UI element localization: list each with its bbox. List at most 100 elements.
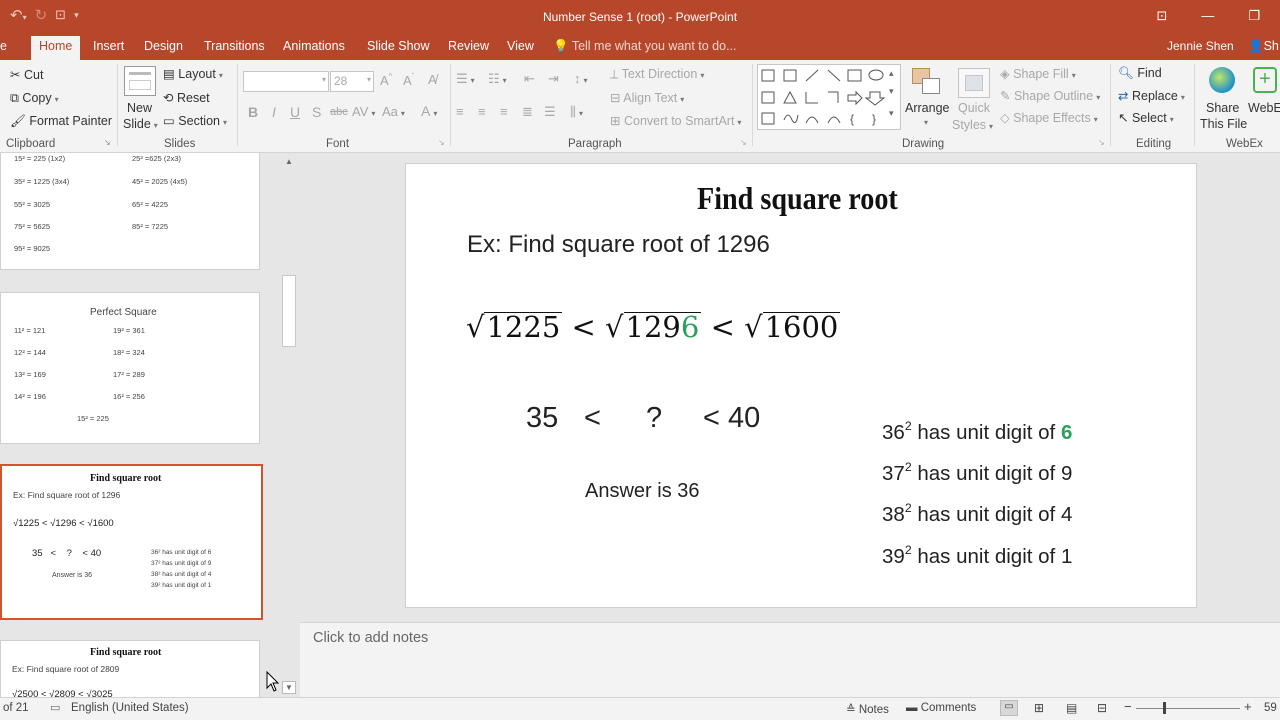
zoom-out-icon[interactable]: − (1124, 699, 1132, 714)
bullets-icon[interactable]: ☰ ▾ (456, 71, 475, 87)
new-slide-dropdown[interactable]: Slide ▾ (123, 117, 158, 131)
increase-font-icon[interactable]: A^ (380, 72, 392, 88)
current-slide[interactable]: Find square root Ex: Find square root of… (405, 163, 1197, 608)
tab-view[interactable]: View (507, 39, 534, 53)
underline-icon[interactable]: U (290, 104, 300, 120)
font-name-box[interactable]: ▾ (243, 71, 329, 92)
more-shapes-icon[interactable]: ▾ (889, 108, 894, 119)
notes-pane[interactable]: Click to add notes (300, 622, 1280, 697)
arrange-icon[interactable] (912, 68, 942, 96)
slide-title[interactable]: Find square root (697, 180, 898, 217)
replace-button[interactable]: ⇄ Replace ▾ (1118, 88, 1185, 103)
slide-thumbnail-selected[interactable]: Find square root Ex: Find square root of… (0, 464, 263, 620)
thumbnail-scrollbar[interactable]: ▲ ▼ (280, 153, 298, 697)
quick-styles-dropdown[interactable]: Styles ▾ (952, 118, 993, 132)
shapes-gallery[interactable]: {} (757, 64, 901, 130)
shape-effects-button[interactable]: ◇ Shape Effects ▾ (1000, 110, 1098, 125)
tab-home[interactable]: Home (31, 36, 81, 60)
zoom-level[interactable]: 59 (1264, 702, 1277, 714)
layout-button[interactable]: ▤ Layout ▾ (163, 66, 223, 81)
slide-thumbnail[interactable]: 15² = 225 (1x2) 35² = 1225 (3x4) 55² = 3… (0, 153, 260, 270)
copy-button[interactable]: ⧉ Copy ▾ (10, 91, 59, 106)
find-button[interactable]: 🔍︎ Find (1118, 66, 1162, 81)
ribbon-display-icon[interactable]: ⊡ (1156, 8, 1167, 24)
slide-example[interactable]: Ex: Find square root of 1296 (467, 231, 770, 259)
format-painter-button[interactable]: 🖌 Format Painter (10, 114, 112, 129)
zoom-slider[interactable] (1136, 708, 1240, 709)
text-direction-button[interactable]: ⟂ Text Direction ▾ (610, 67, 704, 82)
tab-file[interactable]: e (0, 39, 7, 53)
share-button[interactable]: 👤Sh (1248, 39, 1279, 54)
clear-formatting-icon[interactable]: A̸ (428, 72, 437, 87)
range-question[interactable]: ? (646, 402, 662, 435)
tab-animations[interactable]: Animations (283, 39, 345, 53)
arrange-dropdown[interactable]: ▾ (924, 118, 928, 127)
italic-icon[interactable]: I (272, 104, 276, 120)
webex-button[interactable]: WebE (1248, 101, 1280, 115)
change-case-icon[interactable]: Aa ▾ (382, 104, 405, 119)
columns-icon[interactable]: ⫼ ▾ (570, 104, 583, 120)
char-spacing-icon[interactable]: AV ▾ (352, 104, 375, 119)
tab-transitions[interactable]: Transitions (204, 39, 265, 53)
scroll-down-icon[interactable]: ▼ (282, 681, 296, 694)
slide-sorter-icon[interactable]: ⊞ (1034, 701, 1044, 715)
increase-indent-icon[interactable]: ⇥ (548, 71, 559, 87)
numbering-icon[interactable]: ☷ ▾ (488, 71, 507, 87)
minimize-icon[interactable]: — (1201, 8, 1214, 24)
unit-digit-list[interactable]: 362 has unit digit of 6 372 has unit dig… (882, 409, 1072, 574)
shadow-icon[interactable]: S (312, 104, 321, 120)
tab-design[interactable]: Design (144, 39, 183, 53)
decrease-indent-icon[interactable]: ⇤ (524, 71, 535, 87)
decrease-font-icon[interactable]: Aˇ (403, 72, 414, 88)
tab-review[interactable]: Review (448, 39, 489, 53)
webex-share-icon[interactable] (1209, 67, 1235, 93)
add-icon[interactable]: + (1253, 67, 1277, 93)
align-text-button[interactable]: ⊟ Align Text ▾ (610, 90, 684, 105)
shape-outline-button[interactable]: ✎ Shape Outline ▾ (1000, 88, 1100, 103)
quick-styles-icon[interactable] (958, 68, 990, 98)
tell-me-box[interactable]: 💡 Tell me what you want to do... (553, 39, 737, 54)
range-low[interactable]: 35 (526, 402, 558, 435)
scrollbar-thumb[interactable] (282, 275, 296, 347)
clipboard-launcher-icon[interactable]: ↘ (104, 138, 111, 147)
strikethrough-icon[interactable]: abc (330, 106, 348, 118)
shape-fill-button[interactable]: ◈ Shape Fill ▾ (1000, 66, 1076, 81)
smartart-button[interactable]: ⊞ Convert to SmartArt ▾ (610, 113, 741, 128)
section-button[interactable]: ▭ Section ▾ (163, 113, 227, 128)
reading-view-icon[interactable]: ▤ (1066, 701, 1077, 715)
bold-icon[interactable]: B (248, 104, 258, 120)
notes-placeholder[interactable]: Click to add notes (313, 630, 428, 646)
answer-text[interactable]: Answer is 36 (585, 480, 700, 503)
quick-styles-label[interactable]: Quick (958, 101, 990, 115)
justify-icon[interactable]: ≣ (522, 104, 533, 120)
font-color-icon[interactable]: A ▾ (421, 103, 437, 119)
line-spacing-icon[interactable]: ↕ ▾ (574, 71, 588, 86)
sqrt-inequality[interactable]: √1225 < √1296 < √1600 (466, 310, 841, 344)
tab-insert[interactable]: Insert (93, 39, 124, 53)
align-left-icon[interactable]: ≡ (456, 104, 464, 119)
distributed-icon[interactable]: ☰ (544, 104, 556, 120)
slide-thumbnail[interactable]: Find square root Ex: Find square root of… (0, 640, 260, 697)
new-slide-icon[interactable] (124, 66, 156, 96)
paragraph-launcher-icon[interactable]: ↘ (740, 138, 747, 147)
proofing-icon[interactable]: ▭ (50, 701, 60, 714)
user-name[interactable]: Jennie Shen (1167, 39, 1234, 53)
new-slide-label[interactable]: New (127, 101, 152, 115)
align-center-icon[interactable]: ≡ (478, 104, 486, 119)
zoom-slider-thumb[interactable] (1163, 702, 1166, 714)
share-file-label[interactable]: Share (1206, 101, 1239, 115)
comments-toggle[interactable]: ▬ Comments (906, 702, 976, 714)
range-high[interactable]: < 40 (703, 402, 760, 435)
cut-button[interactable]: ✂ Cut (10, 67, 43, 82)
zoom-in-icon[interactable]: + (1244, 699, 1252, 714)
scroll-up-icon[interactable]: ▲ (285, 157, 293, 166)
select-button[interactable]: ↖ Select ▾ (1118, 110, 1174, 125)
font-launcher-icon[interactable]: ↘ (438, 138, 445, 147)
align-right-icon[interactable]: ≡ (500, 104, 508, 119)
chevron-up-icon[interactable]: ▴ (889, 68, 894, 79)
arrange-label[interactable]: Arrange (905, 101, 949, 115)
tab-slide-show[interactable]: Slide Show (367, 39, 430, 53)
restore-icon[interactable]: ❐ (1248, 8, 1260, 24)
share-file-label-2[interactable]: This File (1200, 117, 1247, 131)
font-size-box[interactable]: 28 ▾ (330, 71, 374, 92)
